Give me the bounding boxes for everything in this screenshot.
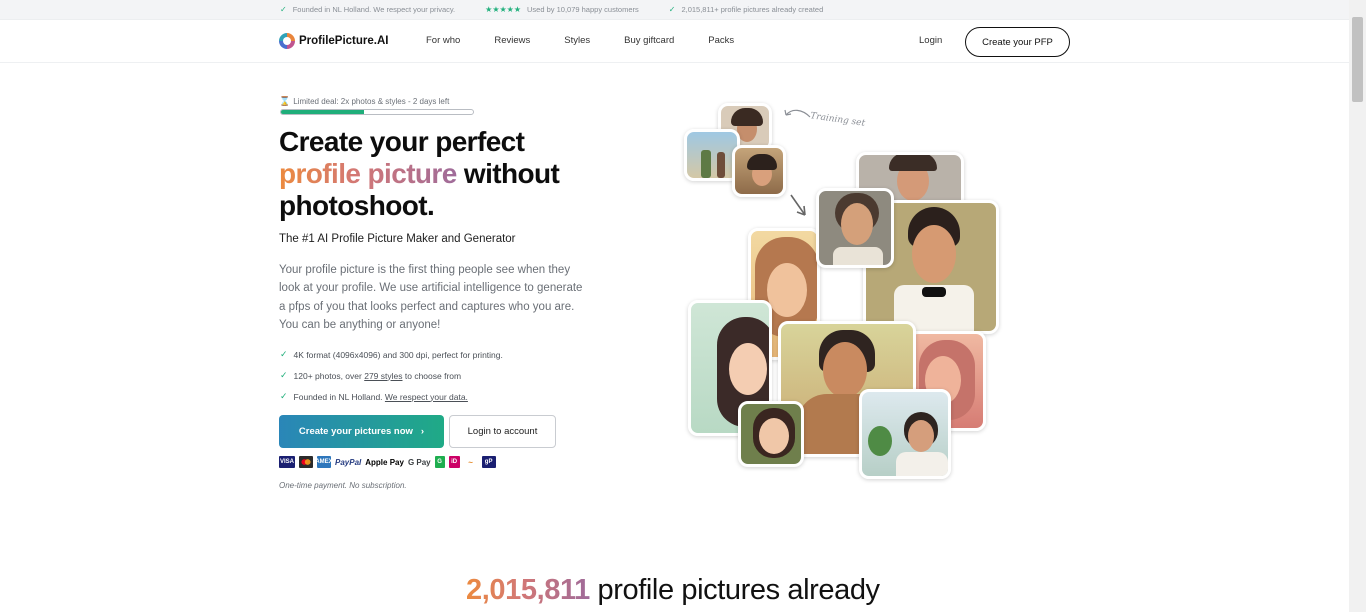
login-link[interactable]: Login (919, 35, 942, 46)
feature-text: Founded in NL Holland. We respect your d… (293, 391, 468, 402)
limited-deal: ⌛ Limited deal: 2x photos & styles - 2 d… (279, 96, 449, 107)
create-pictures-button[interactable]: Create your pictures now › (279, 415, 444, 448)
chevron-right-icon: › (420, 426, 425, 437)
feature-item: ✓ 120+ photos, over 279 styles to choose… (280, 365, 503, 386)
title-part-1: Create your perfect (279, 126, 525, 157)
check-icon: ✓ (280, 370, 288, 380)
scrollbar-thumb[interactable] (1352, 17, 1363, 102)
payment-note: One-time payment. No subscription. (279, 481, 407, 490)
founded-text: Founded in NL Holland. We respect your p… (292, 5, 456, 14)
check-icon: ✓ (280, 5, 287, 14)
giropay-icon: G (434, 456, 445, 468)
check-icon: ✓ (280, 349, 288, 359)
nav-item-reviews[interactable]: Reviews (494, 35, 530, 46)
hourglass-icon: ⌛ (279, 96, 291, 106)
google-pay-icon: G Pay (407, 457, 431, 467)
generated-portrait (738, 401, 804, 467)
logo-text: ProfilePicture.AI (299, 35, 389, 47)
amex-icon: AMEX (315, 456, 333, 468)
feature-text: 4K format (4096x4096) and 300 dpi, perfe… (293, 349, 503, 360)
feature-list: ✓ 4K format (4096x4096) and 300 dpi, per… (280, 344, 503, 407)
bancontact-icon: gP (481, 456, 496, 468)
stats-number: 2,015,811 (466, 574, 590, 606)
privacy-link[interactable]: We respect your data. (385, 392, 468, 402)
ideal-icon: iD (448, 456, 460, 468)
logo-mark-icon (279, 33, 295, 49)
hero-title: Create your perfect profile picture with… (279, 126, 599, 222)
ai-portrait-collage (680, 95, 1010, 490)
rating-note: ★★★★★ Used by 10,079 happy customers (485, 5, 639, 14)
check-icon: ✓ (668, 5, 676, 14)
nav-item-buy-giftcard[interactable]: Buy giftcard (624, 35, 674, 46)
create-pfp-button[interactable]: Create your PFP (965, 27, 1070, 57)
feature-item: ✓ 4K format (4096x4096) and 300 dpi, per… (280, 344, 503, 365)
hero-description: Your profile picture is the first thing … (279, 264, 583, 331)
nav-menu: For who Reviews Styles Buy giftcard Pack… (426, 35, 768, 46)
top-info-bar: ✓ Founded in NL Holland. We respect your… (0, 0, 1349, 20)
styles-link[interactable]: 279 styles (364, 371, 402, 381)
feature-text: 120+ photos, over 279 styles to choose f… (293, 370, 462, 381)
hero-subtitle: The #1 AI Profile Picture Maker and Gene… (279, 233, 516, 245)
nav-item-for-who[interactable]: For who (426, 35, 460, 46)
sofort-icon: ~ (468, 457, 473, 467)
paypal-icon: PayPal (335, 457, 362, 467)
payment-methods: VISA AMEX PayPal Apple Pay G Pay G iD ~ … (279, 456, 496, 468)
create-pictures-label: Create your pictures now (298, 426, 413, 437)
login-account-button[interactable]: Login to account (449, 415, 556, 448)
check-icon: ✓ (280, 391, 288, 401)
title-gradient-part: profile picture (279, 158, 457, 189)
apple-pay-icon: Apple Pay (365, 457, 404, 467)
training-photo (732, 145, 786, 197)
deal-progress-fill (281, 110, 364, 114)
generated-portrait (859, 389, 951, 479)
visa-icon: VISA (279, 456, 295, 468)
nav-item-styles[interactable]: Styles (564, 35, 590, 46)
stats-text: profile pictures already (597, 574, 881, 606)
main-navigation: ProfilePicture.AI For who Reviews Styles… (0, 20, 1349, 63)
deal-progress-bar (280, 109, 474, 115)
stats-heading: 2,015,811 profile pictures already (466, 574, 880, 607)
founded-note: ✓ Founded in NL Holland. We respect your… (280, 5, 455, 14)
deal-text: Limited deal: 2x photos & styles - 2 day… (293, 97, 450, 106)
mastercard-icon (299, 456, 313, 468)
feature-item: ✓ Founded in NL Holland. We respect your… (280, 386, 503, 407)
title-part-2: without (463, 158, 560, 189)
generated-portrait (816, 188, 894, 268)
stars-icon: ★★★★★ (485, 5, 522, 14)
logo[interactable]: ProfilePicture.AI (279, 33, 388, 49)
page-scrollbar[interactable] (1349, 0, 1366, 612)
created-note: ✓ 2,015,811+ profile pictures already cr… (669, 5, 824, 14)
created-text: 2,015,811+ profile pictures already crea… (681, 5, 824, 14)
title-part-3: photoshoot. (279, 190, 435, 221)
customers-text: Used by 10,079 happy customers (527, 5, 639, 14)
nav-item-packs[interactable]: Packs (708, 35, 734, 46)
